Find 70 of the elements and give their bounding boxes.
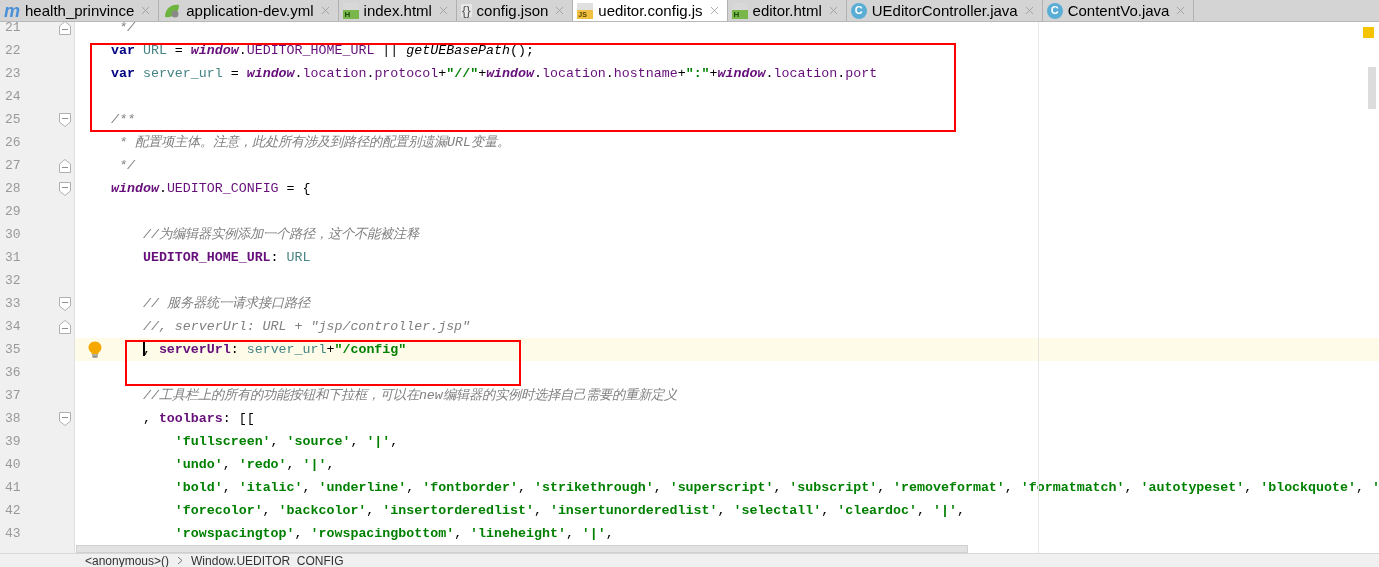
line-number: 26: [5, 133, 21, 152]
line-number: 35: [5, 340, 21, 359]
vertical-scrollbar-thumb[interactable]: [1368, 67, 1376, 109]
breadcrumb-item[interactable]: Window.UEDITOR_CONFIG: [191, 554, 344, 567]
tab-label: application-dev.yml: [186, 3, 314, 18]
chevron-right-icon: [177, 556, 184, 565]
class-icon: C: [850, 2, 867, 19]
code-line: 'forecolor', 'backcolor', 'insertorderedlist', 'insertunorderedlist', 'selectall', 'cleardoc', '|',: [173, 501, 965, 520]
line-number: 21: [5, 22, 21, 37]
line-number: 38: [5, 409, 21, 428]
line-number: 24: [5, 87, 21, 106]
line-number: 30: [5, 225, 21, 244]
fold-icon[interactable]: [59, 181, 71, 196]
fold-icon[interactable]: [59, 158, 71, 173]
line-number: 22: [5, 41, 21, 60]
code-line: var server_url = window.location.protocol+"//"+window.location.hostname+":"+window.location.port: [111, 64, 878, 83]
code-line: 'fullscreen', 'source', '|',: [173, 432, 399, 451]
code-line: */: [117, 156, 135, 175]
code-line: window.UEDITOR_CONFIG = {: [111, 179, 311, 198]
code-line: var URL = window.UEDITOR_HOME_URL || getUEBasePath();: [111, 41, 534, 60]
line-number: 32: [5, 271, 21, 290]
fold-icon[interactable]: [59, 22, 71, 35]
tab-label: UEditorController.java: [871, 3, 1018, 18]
breadcrumb-item[interactable]: <anonymous>(): [85, 554, 170, 567]
leaf-icon: [163, 2, 182, 19]
line-number: 41: [5, 478, 21, 497]
line-number: 31: [5, 248, 21, 267]
tab-label: index.html: [363, 3, 432, 18]
fold-icon[interactable]: [59, 319, 71, 334]
tab-label: config.json: [476, 3, 549, 18]
code-line: //, serverUrl: URL + "jsp/controller.jsp": [141, 317, 471, 336]
tab-label: health_prinvince: [25, 3, 135, 18]
code-line: 'undo', 'redo', '|',: [173, 455, 335, 474]
line-number: 28: [5, 179, 21, 198]
horizontal-scrollbar[interactable]: [76, 545, 968, 553]
code-line: UEDITOR_HOME_URL: URL: [141, 248, 311, 267]
fold-icon[interactable]: [59, 296, 71, 311]
line-number: 23: [5, 64, 21, 83]
line-number: 29: [5, 202, 21, 221]
code-line: * 配置项主体。注意，此处所有涉及到路径的配置别遗漏URL变量。: [117, 133, 510, 152]
code-line: //为编辑器实例添加一个路径，这个不能被注释: [141, 225, 419, 244]
tab-label: ContentVo.java: [1067, 3, 1170, 18]
line-number: 25: [5, 110, 21, 129]
class-icon: C: [1046, 2, 1063, 19]
lightbulb-icon[interactable]: [88, 341, 102, 358]
tab-label: ueditor.config.js: [598, 3, 703, 18]
line-number: 33: [5, 294, 21, 313]
warning-marker[interactable]: [1363, 27, 1374, 38]
tab-label: editor.html: [752, 3, 822, 18]
code-line: , toolbars: [[: [141, 409, 255, 428]
line-number: 27: [5, 156, 21, 175]
fold-icon[interactable]: [59, 112, 71, 127]
code-line: , serverUrl: server_url+"/config": [141, 340, 407, 359]
html-file-icon: H: [342, 2, 359, 19]
line-number: 42: [5, 501, 21, 520]
maven-icon: m: [4, 1, 20, 20]
line-number: 36: [5, 363, 21, 382]
line-number: 40: [5, 455, 21, 474]
code-line: /**: [111, 110, 135, 129]
line-number: 34: [5, 317, 21, 336]
html-file-icon: H: [731, 2, 748, 19]
code-line: // 服务器统一请求接口路径: [141, 294, 310, 313]
code-line: 'bold', 'italic', 'underline', 'fontborder', 'strikethrough', 'superscript', 'subscript', 'removeformat', 'formatmatch', 'autotypeset', 'blockquote', ': [173, 478, 1379, 497]
code-line: 'rowspacingtop', 'rowspacingbottom', 'lineheight', '|',: [173, 524, 614, 543]
fold-icon[interactable]: [59, 411, 71, 426]
line-number: 37: [5, 386, 21, 405]
code-line: //工具栏上的所有的功能按钮和下拉框，可以在new编辑器的实例时选择自己需要的重新定义: [141, 386, 677, 405]
line-number: 39: [5, 432, 21, 451]
line-number: 43: [5, 524, 21, 543]
json-file-icon: {}: [460, 4, 472, 17]
